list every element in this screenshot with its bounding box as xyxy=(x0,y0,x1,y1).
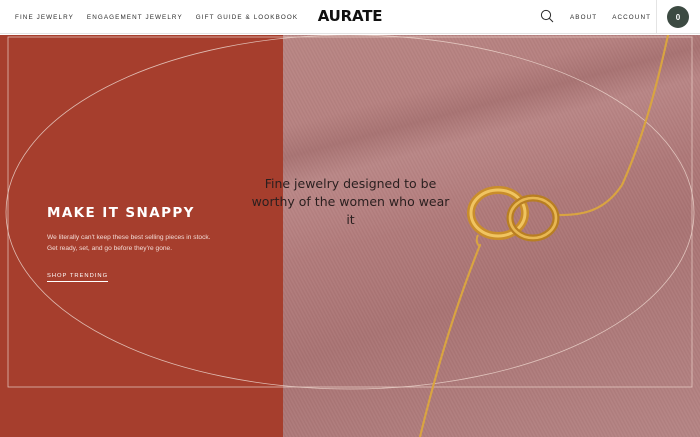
hero-tagline: Fine jewelry designed to be worthy of th… xyxy=(251,176,450,227)
cart-button[interactable]: 0 xyxy=(667,6,689,28)
search-icon xyxy=(540,9,554,23)
nav-gift-guide-lookbook[interactable]: GIFT GUIDE & LOOKBOOK xyxy=(196,14,298,21)
search-button[interactable] xyxy=(540,9,554,23)
hero-banner: MAKE IT SNAPPY We literally can't keep t… xyxy=(0,35,700,437)
nav-fine-jewelry[interactable]: FINE JEWELRY xyxy=(15,14,74,21)
cart-divider xyxy=(656,0,657,34)
hero-title: MAKE IT SNAPPY xyxy=(47,205,195,221)
cart-count: 0 xyxy=(675,12,681,22)
hero-description: We literally can't keep these best selli… xyxy=(47,234,211,252)
primary-nav: FINE JEWELRY ENGAGEMENT JEWELRY GIFT GUI… xyxy=(15,0,311,34)
nav-engagement-jewelry[interactable]: ENGAGEMENT JEWELRY xyxy=(87,14,183,21)
secondary-nav: ABOUT ACCOUNT xyxy=(570,0,666,34)
site-header: FINE JEWELRY ENGAGEMENT JEWELRY GIFT GUI… xyxy=(0,0,700,34)
hero-fabric-image xyxy=(283,35,700,437)
shop-trending-link[interactable]: SHOP TRENDING xyxy=(47,273,109,282)
nav-about[interactable]: ABOUT xyxy=(570,14,597,21)
nav-account[interactable]: ACCOUNT xyxy=(612,14,651,21)
